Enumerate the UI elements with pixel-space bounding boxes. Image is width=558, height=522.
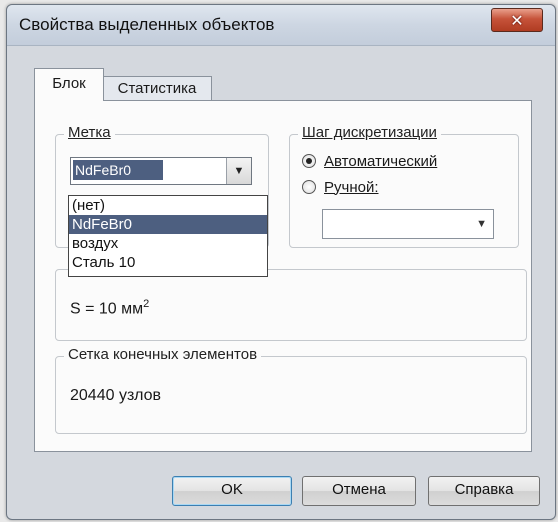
- dropdown-option-air[interactable]: воздух: [69, 234, 267, 253]
- dropdown-option-ndfebr0[interactable]: NdFeBr0: [69, 215, 267, 234]
- label-dropdown-list: (нет) NdFeBr0 воздух Сталь 10: [68, 195, 268, 277]
- chevron-down-icon[interactable]: ▼: [226, 158, 251, 184]
- tab-statistics[interactable]: Статистика: [102, 76, 212, 101]
- chevron-down-icon[interactable]: ▼: [476, 218, 487, 230]
- manual-step-combobox[interactable]: ▼: [322, 209, 494, 239]
- label-combobox-value: NdFeBr0: [73, 160, 163, 180]
- auto-radio-option[interactable]: Автоматический: [302, 151, 437, 171]
- area-value: S = 10 мм2: [70, 298, 150, 318]
- auto-radio-label: Автоматический: [324, 152, 438, 170]
- auto-radio-button[interactable]: [302, 154, 316, 168]
- mesh-group-title: Сетка конечных элементов: [64, 346, 262, 363]
- tab-block[interactable]: Блок: [34, 68, 104, 101]
- dropdown-option-none[interactable]: (нет): [69, 196, 267, 215]
- close-icon: ✕: [510, 10, 524, 30]
- label-combobox[interactable]: NdFeBr0 ▼: [70, 157, 252, 185]
- mesh-group: Сетка конечных элементов 20440 узлов: [55, 346, 527, 434]
- close-button[interactable]: ✕: [491, 8, 543, 32]
- title-bar[interactable]: Свойства выделенных объектов ✕: [7, 5, 555, 46]
- label-group-title: Метка: [64, 124, 115, 141]
- cancel-button[interactable]: Отмена: [302, 476, 416, 506]
- manual-radio-label: Ручной:: [324, 178, 379, 196]
- sampling-step-group: Шаг дискретизации Автоматический Ручной:…: [289, 124, 519, 248]
- ok-button[interactable]: OK: [172, 476, 292, 506]
- help-button[interactable]: Справка: [428, 476, 540, 506]
- mesh-node-count: 20440 узлов: [70, 387, 162, 404]
- area-group: S = 10 мм2: [55, 269, 527, 341]
- window-title: Свойства выделенных объектов: [19, 15, 275, 34]
- dropdown-option-steel10[interactable]: Сталь 10: [69, 253, 267, 272]
- manual-radio-option[interactable]: Ручной:: [302, 177, 379, 197]
- sampling-step-title: Шаг дискретизации: [298, 124, 441, 141]
- manual-radio-button[interactable]: [302, 180, 316, 194]
